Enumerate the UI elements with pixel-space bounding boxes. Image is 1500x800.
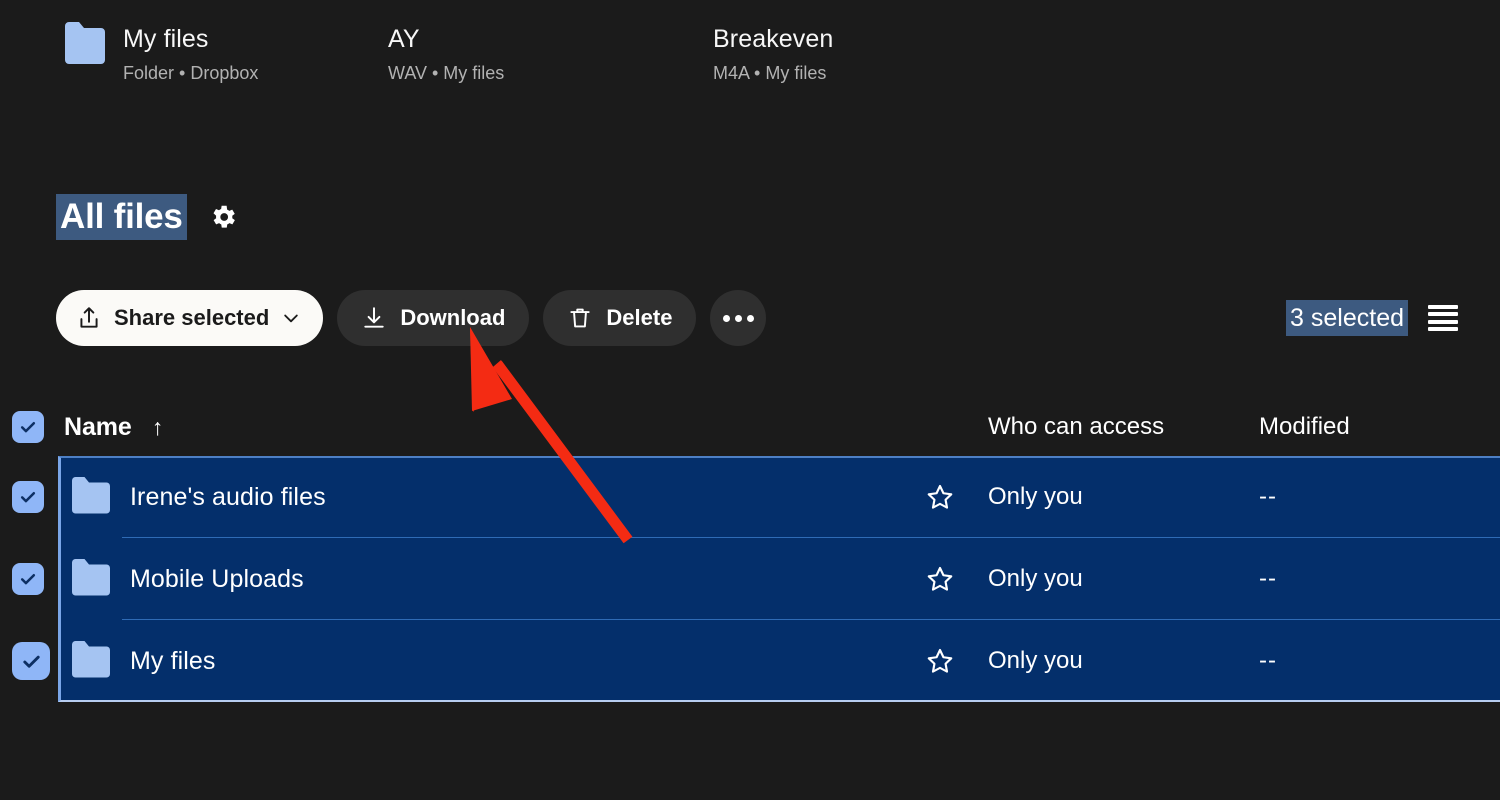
select-all-checkbox[interactable] — [12, 411, 44, 443]
row-modified: -- — [1259, 647, 1277, 674]
recent-item-meta: My files Folder • Dropbox — [123, 22, 258, 85]
page-title: All files — [56, 194, 187, 240]
row-divider — [122, 537, 1500, 538]
delete-button[interactable]: Delete — [543, 290, 697, 346]
row-who-can-access: Only you — [988, 565, 1083, 592]
row-checkbox[interactable] — [12, 642, 50, 680]
file-table: Name ↑ Who can access Modified Irene's a… — [0, 398, 1500, 702]
share-selected-button[interactable]: Share selected — [56, 290, 324, 346]
folder-icon — [65, 22, 105, 68]
row-divider — [122, 619, 1500, 620]
gear-icon[interactable] — [207, 201, 239, 233]
chevron-down-icon — [281, 308, 301, 328]
more-actions-button[interactable] — [710, 290, 767, 346]
recent-items-strip: My files Folder • Dropbox AY WAV • My fi… — [0, 0, 1500, 120]
dropbox-all-files-page: My files Folder • Dropbox AY WAV • My fi… — [0, 0, 1500, 800]
recent-item-0[interactable]: My files Folder • Dropbox — [65, 22, 258, 85]
star-outline-icon[interactable] — [925, 646, 955, 676]
table-row[interactable]: Irene's audio files Only you -- — [0, 456, 1500, 538]
row-name-label: Irene's audio files — [130, 482, 326, 511]
table-row[interactable]: My files Only you -- — [0, 619, 1500, 702]
row-name-label: Mobile Uploads — [130, 564, 304, 593]
recent-item-title: My files — [123, 25, 209, 53]
ellipsis-icon — [722, 314, 754, 322]
row-who-can-access: Only you — [988, 647, 1083, 674]
share-upload-icon — [76, 305, 102, 331]
recent-item-meta: AY WAV • My files — [388, 22, 504, 85]
column-header-name[interactable]: Name ↑ — [64, 413, 163, 442]
folder-icon — [72, 477, 110, 517]
table-header-row: Name ↑ Who can access Modified — [0, 398, 1500, 456]
row-name-cell[interactable]: Irene's audio files — [72, 477, 326, 517]
toolbar-right-cluster: 3 selected — [1286, 296, 1460, 340]
column-header-who-can-access[interactable]: Who can access — [988, 413, 1164, 441]
recent-item-subtitle: M4A • My files — [713, 63, 827, 83]
folder-icon — [72, 641, 110, 681]
page-header: All files — [56, 190, 239, 244]
sort-ascending-icon: ↑ — [151, 413, 164, 440]
recent-item-2[interactable]: Breakeven M4A • My files — [713, 22, 833, 85]
row-who-can-access: Only you — [988, 483, 1083, 510]
row-name-cell[interactable]: Mobile Uploads — [72, 559, 304, 599]
recent-item-title: Breakeven — [713, 25, 834, 53]
folder-icon — [72, 559, 110, 599]
row-modified: -- — [1259, 483, 1277, 510]
row-modified: -- — [1259, 565, 1277, 592]
recent-item-1[interactable]: AY WAV • My files — [388, 22, 504, 85]
row-selection-background — [58, 619, 1500, 702]
star-outline-icon[interactable] — [925, 564, 955, 594]
selected-count-label: 3 selected — [1286, 300, 1408, 336]
table-row[interactable]: Mobile Uploads Only you -- — [0, 537, 1500, 620]
star-outline-icon[interactable] — [925, 482, 955, 512]
delete-label: Delete — [606, 305, 673, 330]
recent-item-meta: Breakeven M4A • My files — [713, 22, 833, 85]
recent-item-subtitle: WAV • My files — [388, 63, 505, 83]
row-checkbox[interactable] — [12, 563, 44, 595]
list-view-icon[interactable] — [1428, 302, 1460, 334]
download-label: Download — [400, 305, 506, 330]
row-name-cell[interactable]: My files — [72, 641, 216, 681]
selection-toolbar: Share selected Download Delete — [56, 290, 767, 346]
table-body: Irene's audio files Only you -- Mobile U… — [0, 456, 1500, 702]
trash-icon — [567, 305, 593, 331]
column-header-name-label: Name — [64, 412, 132, 441]
row-name-label: My files — [130, 646, 216, 675]
share-selected-label: Share selected — [114, 305, 270, 330]
download-icon — [361, 305, 387, 331]
recent-item-subtitle: Folder • Dropbox — [123, 63, 259, 83]
column-header-modified[interactable]: Modified — [1259, 413, 1350, 441]
row-checkbox[interactable] — [12, 481, 44, 513]
download-button[interactable]: Download — [337, 290, 530, 346]
recent-item-title: AY — [388, 25, 420, 53]
